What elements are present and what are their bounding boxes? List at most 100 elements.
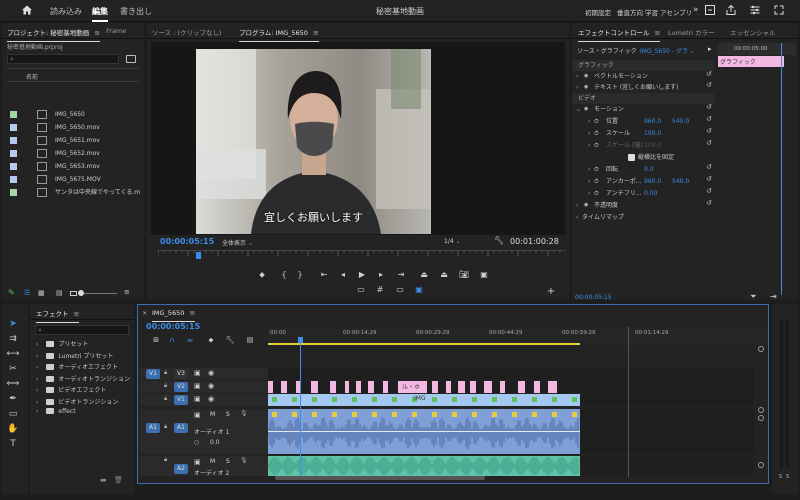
freeform-view-icon[interactable]: ▤: [56, 289, 63, 297]
settings-sliders-icon[interactable]: [748, 4, 762, 18]
reset-icon[interactable]: ↺: [706, 139, 712, 147]
chevron-right-icon[interactable]: ›: [36, 387, 38, 394]
v-scroll-handle-mid[interactable]: [758, 407, 764, 413]
program-playhead[interactable]: [196, 252, 201, 259]
work-area-bar[interactable]: [268, 343, 580, 345]
rectangle-icon[interactable]: ▭: [6, 408, 20, 420]
chevron-right-icon[interactable]: ›: [588, 176, 590, 187]
project-item[interactable]: IMG_5675.MOV: [10, 173, 140, 186]
nav-export[interactable]: 書き出し: [120, 6, 152, 17]
graphic-clip[interactable]: [548, 381, 557, 393]
fx-badge[interactable]: [552, 397, 557, 402]
rotation-row[interactable]: › ⏱︎ 回転 0.0: [572, 164, 714, 175]
opacity-row[interactable]: › ◉ 不透明度: [572, 200, 714, 211]
stopwatch-icon[interactable]: ⏱︎: [594, 128, 599, 139]
proxy-icon[interactable]: ▣: [413, 285, 425, 294]
zoom-slider-handle[interactable]: [78, 290, 84, 296]
new-bin-icon[interactable]: [126, 55, 136, 63]
reset-icon[interactable]: ↺: [706, 175, 712, 183]
meter-solo-left[interactable]: S: [779, 474, 782, 480]
reset-icon[interactable]: ↺: [706, 103, 712, 111]
graphic-clip[interactable]: [432, 381, 438, 393]
label-color-swatch[interactable]: [10, 150, 17, 157]
stopwatch-icon[interactable]: ⏱︎: [594, 176, 599, 187]
graphic-clip[interactable]: [330, 381, 336, 393]
graphic-clip[interactable]: [458, 381, 465, 393]
chevron-right-icon[interactable]: ›: [36, 376, 38, 383]
marker-icon[interactable]: ⬥: [256, 270, 268, 280]
track-target-label[interactable]: V3: [174, 369, 188, 379]
lock-icon[interactable]: 🔒︎: [164, 369, 167, 377]
grid-icon[interactable]: #: [374, 285, 386, 294]
step-forward-icon[interactable]: ▸: [375, 270, 387, 279]
fx-badge[interactable]: [512, 412, 517, 417]
fx-badge[interactable]: [472, 397, 477, 402]
eye-icon[interactable]: ◉: [208, 395, 214, 403]
lift-icon[interactable]: ⏏: [418, 270, 430, 279]
fx-badge[interactable]: [492, 412, 497, 417]
fx-badge[interactable]: [532, 412, 537, 417]
nest-icon[interactable]: ⊞: [150, 336, 162, 344]
solo-button[interactable]: S: [226, 458, 230, 465]
stopwatch-icon[interactable]: ⏱︎: [594, 164, 599, 175]
label-color-swatch[interactable]: [10, 176, 17, 183]
snap-icon[interactable]: ∩: [166, 336, 178, 344]
label-color-swatch[interactable]: [10, 163, 17, 170]
close-icon[interactable]: ×: [142, 309, 147, 317]
mute-button[interactable]: M: [210, 411, 215, 418]
graphic-clip[interactable]: [500, 381, 505, 393]
extract-icon[interactable]: ⏏: [438, 270, 450, 279]
mark-out-icon[interactable]: }: [294, 270, 306, 279]
v-scroll-handle-top[interactable]: [758, 346, 764, 352]
chevron-right-icon[interactable]: ›: [36, 399, 38, 406]
graphic-clip[interactable]: [518, 381, 525, 393]
effects-folder[interactable]: › オーディオトランジション: [36, 374, 130, 383]
fx-badge[interactable]: [292, 412, 297, 417]
label-color-swatch[interactable]: [10, 137, 17, 144]
fx-badge[interactable]: [312, 397, 317, 402]
audio-track-header[interactable]: A1 A1 🔒︎ ▣ M S 🎙︎ オーディオ 1 ○ 0.0: [140, 409, 268, 454]
track-target-label[interactable]: V1: [174, 395, 188, 405]
ec-graphic-clip[interactable]: グラフィック: [718, 56, 784, 67]
column-name-header[interactable]: 名前: [26, 72, 38, 81]
compare-icon[interactable]: ▣: [478, 270, 490, 279]
graphic-clip[interactable]: [470, 381, 476, 393]
tab-frame[interactable]: Frame: [106, 27, 126, 35]
chevron-right-icon[interactable]: ›: [588, 128, 590, 139]
fx-badge[interactable]: [272, 412, 277, 417]
property-value[interactable]: 0.0: [644, 164, 654, 175]
reset-icon[interactable]: ↺: [706, 127, 712, 135]
ec-mini-ruler[interactable]: 00:00:05:00: [718, 43, 796, 55]
a1-volume-line[interactable]: [268, 431, 580, 432]
effects-folder[interactable]: › ビデオエフェクト: [36, 385, 106, 394]
stopwatch-icon[interactable]: ⏱︎: [594, 188, 599, 199]
export-icon[interactable]: ⇥: [770, 292, 777, 301]
mic-icon[interactable]: 🎙︎: [240, 410, 248, 417]
stopwatch-icon[interactable]: ⏱︎: [594, 116, 599, 127]
tab-essential[interactable]: エッセンシャル: [730, 27, 776, 37]
linked-icon[interactable]: ⫘: [184, 336, 196, 345]
pen-icon[interactable]: ✒: [6, 393, 20, 405]
share-icon[interactable]: [724, 4, 738, 18]
graphic-clip[interactable]: [356, 381, 361, 393]
captions-icon[interactable]: ▤: [244, 336, 256, 344]
v2-track-area[interactable]: [268, 381, 754, 393]
razor-icon[interactable]: ✂: [6, 363, 20, 375]
tab-project[interactable]: プロジェクト: 秘密基地動画 ≡: [7, 27, 101, 42]
property-value[interactable]: 0.00: [644, 188, 657, 199]
fx-badge[interactable]: [292, 397, 297, 402]
label-color-swatch[interactable]: [10, 111, 17, 118]
vector-motion-row[interactable]: › ◉ ベクトルモーション: [572, 71, 714, 82]
graphic-clip[interactable]: [368, 381, 374, 393]
fullscreen-icon[interactable]: [703, 4, 717, 18]
mic-icon[interactable]: 🎙︎: [240, 457, 248, 464]
fx-badge[interactable]: [472, 412, 477, 417]
project-item[interactable]: IMG_5650.mov: [10, 121, 140, 134]
effects-folder[interactable]: › effect: [36, 408, 76, 415]
uniform-scale-checkbox[interactable]: [628, 154, 635, 161]
add-marker-icon[interactable]: ⬥: [205, 336, 217, 345]
play-only-icon[interactable]: ▸: [708, 45, 712, 53]
ripple-edit-icon[interactable]: ⟷: [6, 348, 20, 360]
source-patch-a1[interactable]: A1: [146, 423, 160, 433]
delete-icon[interactable]: 🗑︎: [114, 476, 123, 484]
